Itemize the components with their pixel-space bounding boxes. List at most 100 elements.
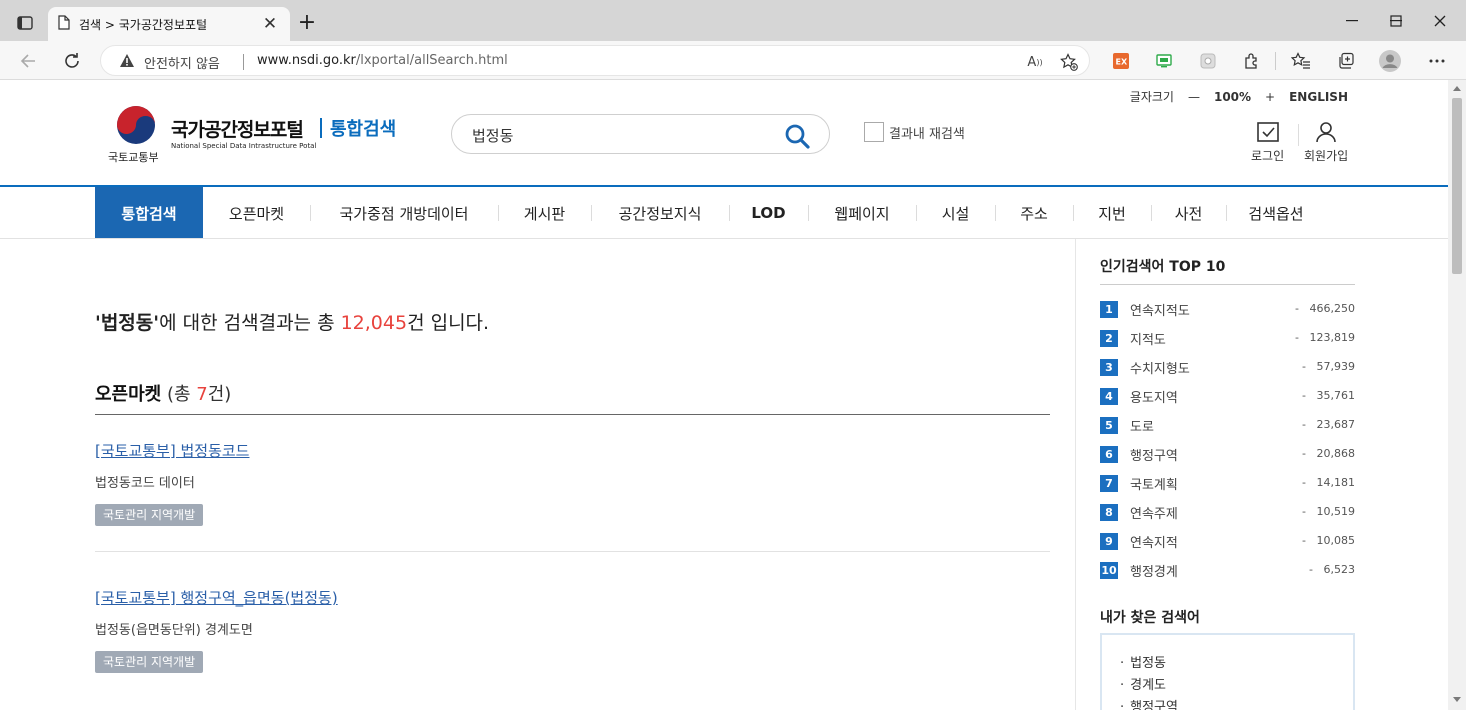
result-tag[interactable]: 국토관리 지역개발: [95, 504, 204, 526]
ministry-name: 국토교통부: [108, 151, 159, 164]
nav-tab-search-options[interactable]: 검색옵션: [1226, 187, 1326, 239]
profile-avatar-icon[interactable]: [1379, 50, 1401, 72]
portal-name: 국가공간정보포털: [171, 119, 304, 141]
popular-line: [1100, 284, 1355, 285]
extension-green-icon[interactable]: [1153, 50, 1175, 72]
count-dash: -: [1302, 389, 1306, 402]
close-window-button[interactable]: [1428, 10, 1452, 32]
read-aloud-icon[interactable]: A)): [1025, 52, 1045, 72]
login-button[interactable]: 로그인: [1251, 121, 1284, 164]
my-search-item[interactable]: 행정구역: [1120, 697, 1353, 710]
scroll-up-arrow-icon[interactable]: [1453, 86, 1461, 91]
collections-icon[interactable]: [1335, 50, 1357, 72]
extension-ex-icon[interactable]: EX: [1110, 50, 1132, 72]
popular-term[interactable]: 행정구역: [1130, 445, 1178, 464]
count-dash: -: [1302, 447, 1306, 460]
count-value: 20,868: [1316, 447, 1356, 460]
popular-count: - 57,939: [1302, 360, 1355, 373]
favorite-add-icon[interactable]: [1059, 52, 1079, 72]
back-icon[interactable]: [16, 49, 40, 73]
popular-item[interactable]: 2 지적도 - 123,819: [1100, 328, 1355, 357]
result-title-link[interactable]: [국토교통부] 행정구역_읍면동(법정동): [95, 587, 1050, 608]
font-decrease-button[interactable]: —: [1188, 90, 1200, 104]
scroll-thumb[interactable]: [1452, 98, 1462, 274]
popular-title: 인기검색어 TOP 10: [1100, 259, 1226, 275]
extensions-puzzle-icon[interactable]: [1241, 50, 1263, 72]
new-tab-icon[interactable]: +: [296, 12, 318, 35]
popular-item[interactable]: 1 연속지적도 - 466,250: [1100, 299, 1355, 328]
my-search-item[interactable]: 경계도: [1120, 675, 1353, 697]
nav-tab-address[interactable]: 주소: [995, 187, 1073, 239]
search-box: [451, 114, 830, 154]
popular-term[interactable]: 도로: [1130, 416, 1154, 435]
re-search-checkbox[interactable]: [864, 122, 884, 142]
count-dash: -: [1302, 505, 1306, 518]
re-search-label: 결과내 재검색: [889, 126, 965, 142]
font-increase-button[interactable]: +: [1265, 90, 1275, 104]
rank-badge: 3: [1100, 359, 1118, 376]
rank-badge: 10: [1100, 562, 1118, 579]
nav-tab-webpage[interactable]: 웹페이지: [808, 187, 916, 239]
main-nav: 통합검색 오픈마켓 국가중점 개방데이터 게시판 공간정보지식 LOD 웹페이지…: [95, 187, 1326, 239]
popular-count: - 10,085: [1302, 534, 1355, 547]
maximize-button[interactable]: [1384, 10, 1408, 32]
popular-item[interactable]: 3 수치지형도 - 57,939: [1100, 357, 1355, 386]
url-text[interactable]: www.nsdi.go.kr/lxportal/allSearch.html: [257, 53, 508, 68]
result-tag[interactable]: 국토관리 지역개발: [95, 651, 204, 673]
popular-item[interactable]: 10 행정경계 - 6,523: [1100, 560, 1355, 589]
search-input[interactable]: [472, 124, 772, 146]
nav-tab-lot[interactable]: 지번: [1073, 187, 1151, 239]
settings-more-icon[interactable]: [1426, 50, 1448, 72]
refresh-icon[interactable]: [60, 49, 84, 73]
favorites-icon[interactable]: [1290, 50, 1312, 72]
popular-term[interactable]: 연속주제: [1130, 503, 1178, 522]
minimize-button[interactable]: [1340, 10, 1364, 32]
popular-term[interactable]: 행정경계: [1130, 561, 1178, 580]
popular-term[interactable]: 용도지역: [1130, 387, 1178, 406]
search-button[interactable]: [783, 122, 811, 150]
nav-tab-lod[interactable]: LOD: [729, 187, 808, 239]
page-scrollbar[interactable]: [1448, 80, 1466, 710]
popular-count: - 23,687: [1302, 418, 1355, 431]
browser-tab[interactable]: 검색 > 국가공간정보포털 ✕: [48, 7, 290, 41]
result-count: 12,045: [340, 312, 408, 334]
login-label: 로그인: [1251, 149, 1285, 163]
nav-tab-integrated[interactable]: 통합검색: [95, 187, 203, 239]
popular-term[interactable]: 연속지적도: [1130, 300, 1190, 319]
popular-item[interactable]: 5 도로 - 23,687: [1100, 415, 1355, 444]
nav-tab-facility[interactable]: 시설: [916, 187, 995, 239]
signup-label: 회원가입: [1304, 149, 1349, 163]
nav-tab-openmarket[interactable]: 오픈마켓: [203, 187, 310, 239]
re-search-option[interactable]: 결과내 재검색: [864, 122, 965, 142]
tab-close-icon[interactable]: ✕: [260, 15, 280, 33]
count-dash: -: [1309, 563, 1313, 576]
nav-tab-open-data[interactable]: 국가중점 개방데이터: [310, 187, 498, 239]
url-path: /lxportal/allSearch.html: [355, 53, 508, 68]
login-icon: [1256, 122, 1279, 142]
my-search-item[interactable]: 법정동: [1120, 653, 1353, 675]
extension-gray-icon[interactable]: [1197, 50, 1219, 72]
nav-tab-dictionary[interactable]: 사전: [1151, 187, 1226, 239]
popular-term[interactable]: 지적도: [1130, 329, 1166, 348]
rank-badge: 1: [1100, 301, 1118, 318]
popular-term[interactable]: 국토계획: [1130, 474, 1178, 493]
english-link[interactable]: ENGLISH: [1289, 90, 1348, 104]
url-host: www.nsdi.go.kr: [257, 53, 356, 68]
signup-button[interactable]: 회원가입: [1304, 121, 1348, 164]
result-title-link[interactable]: [국토교통부] 법정동코드: [95, 440, 1050, 461]
nav-tab-board[interactable]: 게시판: [498, 187, 591, 239]
nav-tab-knowledge[interactable]: 공간정보지식: [591, 187, 729, 239]
result-item: [국토교통부] 행정구역_읍면동(법정동) 법정동(읍면동단위) 경계도면 국토…: [95, 587, 1050, 673]
popular-item[interactable]: 4 용도지역 - 35,761: [1100, 386, 1355, 415]
popular-item[interactable]: 7 국토계획 - 14,181: [1100, 473, 1355, 502]
search-keyword: 법정동: [100, 312, 154, 334]
scroll-down-arrow-icon[interactable]: [1453, 697, 1461, 702]
portal-logo[interactable]: 국토교통부 국가공간정보포털 National Special Data Int…: [108, 105, 408, 165]
address-bar[interactable]: 안전하지 않음 www.nsdi.go.kr/lxportal/allSearc…: [100, 45, 1090, 76]
popular-item[interactable]: 9 연속지적 - 10,085: [1100, 531, 1355, 560]
popular-term[interactable]: 수치지형도: [1130, 358, 1190, 377]
popular-item[interactable]: 6 행정구역 - 20,868: [1100, 444, 1355, 473]
popular-term[interactable]: 연속지적: [1130, 532, 1178, 551]
popular-item[interactable]: 8 연속주제 - 10,519: [1100, 502, 1355, 531]
tab-actions-icon[interactable]: [8, 9, 42, 37]
